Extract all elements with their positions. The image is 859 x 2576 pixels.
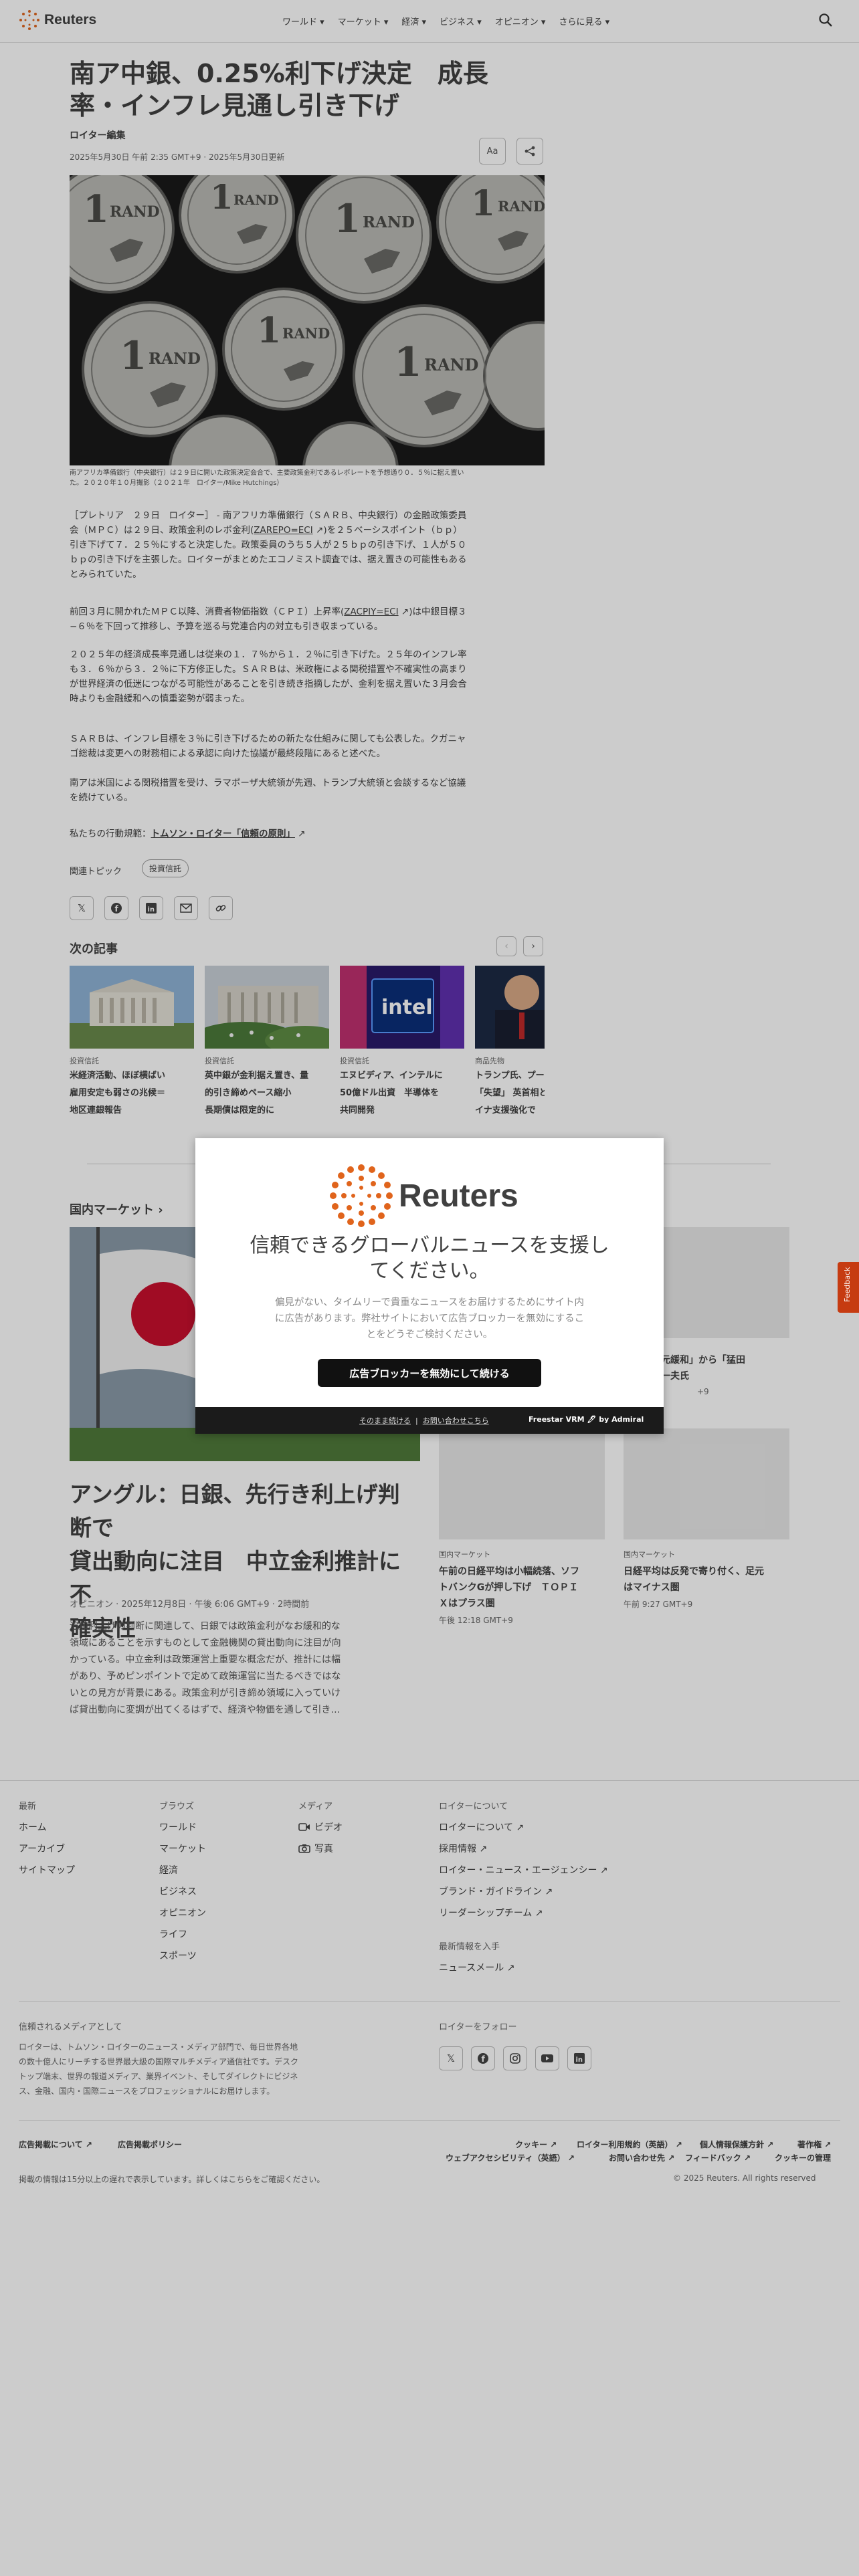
modal-brand-label[interactable]: Freestar VRM 🖊 by Admiral xyxy=(529,1415,644,1424)
feedback-tab[interactable]: Feedback xyxy=(838,1262,859,1313)
reuters-logo-icon xyxy=(330,1164,393,1227)
modal-footer-bar: そのまま続ける | お問い合わせこちら Freestar VRM 🖊 by Ad… xyxy=(195,1407,664,1434)
adblock-modal: Reuters 信頼できるグローバルニュースを支援し てください。 偏見がない、… xyxy=(195,1138,664,1434)
modal-body-text: 偏見がない、タイムリーで貴重なニュースをお届けするためにサイト内 に広告がありま… xyxy=(274,1297,585,1340)
modal-reuters-logo: Reuters xyxy=(329,1164,518,1228)
modal-footer-links: そのまま続ける | お問い合わせこちら xyxy=(359,1416,489,1425)
continue-anyway-link[interactable]: そのまま続ける xyxy=(359,1416,411,1425)
modal-heading: 信頼できるグローバルニュースを支援し てください。 xyxy=(250,1234,609,1283)
disable-adblocker-button[interactable]: 広告ブロッカーを無効にして続ける xyxy=(318,1359,541,1387)
contact-link[interactable]: お問い合わせこちら xyxy=(423,1416,489,1425)
